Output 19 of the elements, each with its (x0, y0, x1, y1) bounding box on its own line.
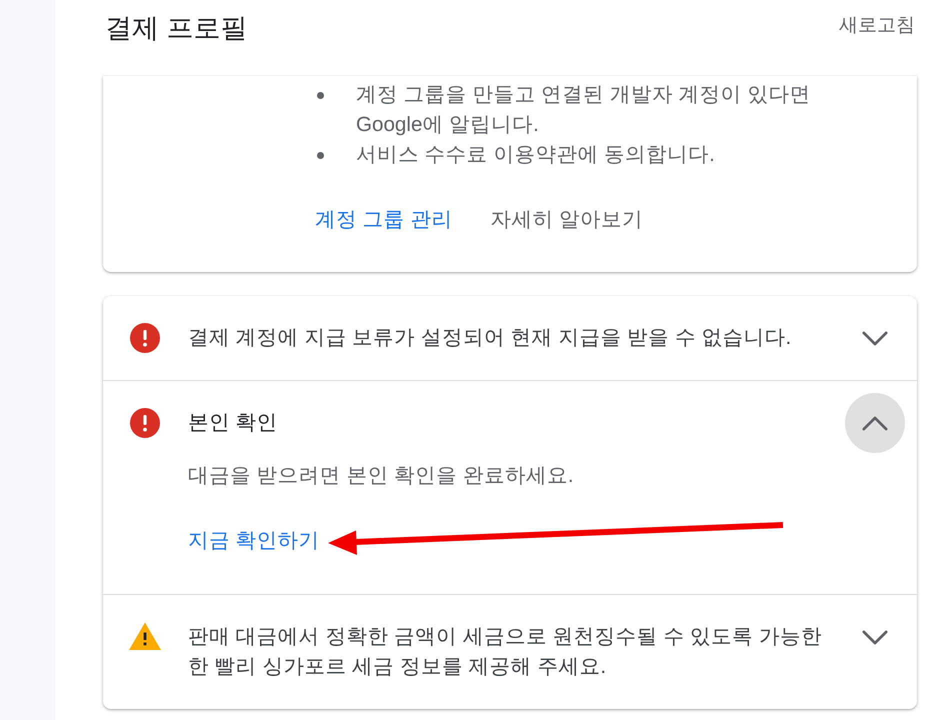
alert-message: 판매 대금에서 정확한 금액이 세금으로 원천징수될 수 있도록 가능한 한 빨리 싱가포르 세금 정보를 제공해 주세요. (188, 624, 823, 680)
chevron-down-icon (862, 630, 888, 644)
alert-description: 대금을 받으려면 본인 확인을 완료하세요. (188, 463, 574, 489)
alert-title: 본인 확인 (188, 410, 279, 436)
alert-message: 결제 계정에 지급 보류가 설정되어 현재 지급을 받을 수 없습니다. (188, 325, 792, 351)
page-title: 결제 프로필 (105, 12, 248, 45)
warning-icon (129, 622, 161, 650)
chevron-down-icon (862, 330, 888, 346)
text-link[interactable]: 자세히 알아보기 (490, 205, 644, 235)
text-link[interactable]: 계정 그룹 관리 (315, 205, 452, 235)
bullet-text: 계정 그룹을 만들고 연결된 개발자 계정이 있다면 Google에 알립니다. (356, 82, 812, 138)
error-icon (130, 408, 160, 438)
error-icon (130, 323, 160, 353)
action-link[interactable]: 지금 확인하기 (188, 526, 320, 556)
bullet-text: 서비스 수수료 이용약관에 동의합니다. (356, 142, 716, 168)
bullet-icon (317, 92, 324, 99)
chevron-up-icon (862, 416, 888, 430)
refresh-button[interactable]: 새로고침 (835, 10, 915, 42)
bullet-icon (317, 152, 324, 159)
